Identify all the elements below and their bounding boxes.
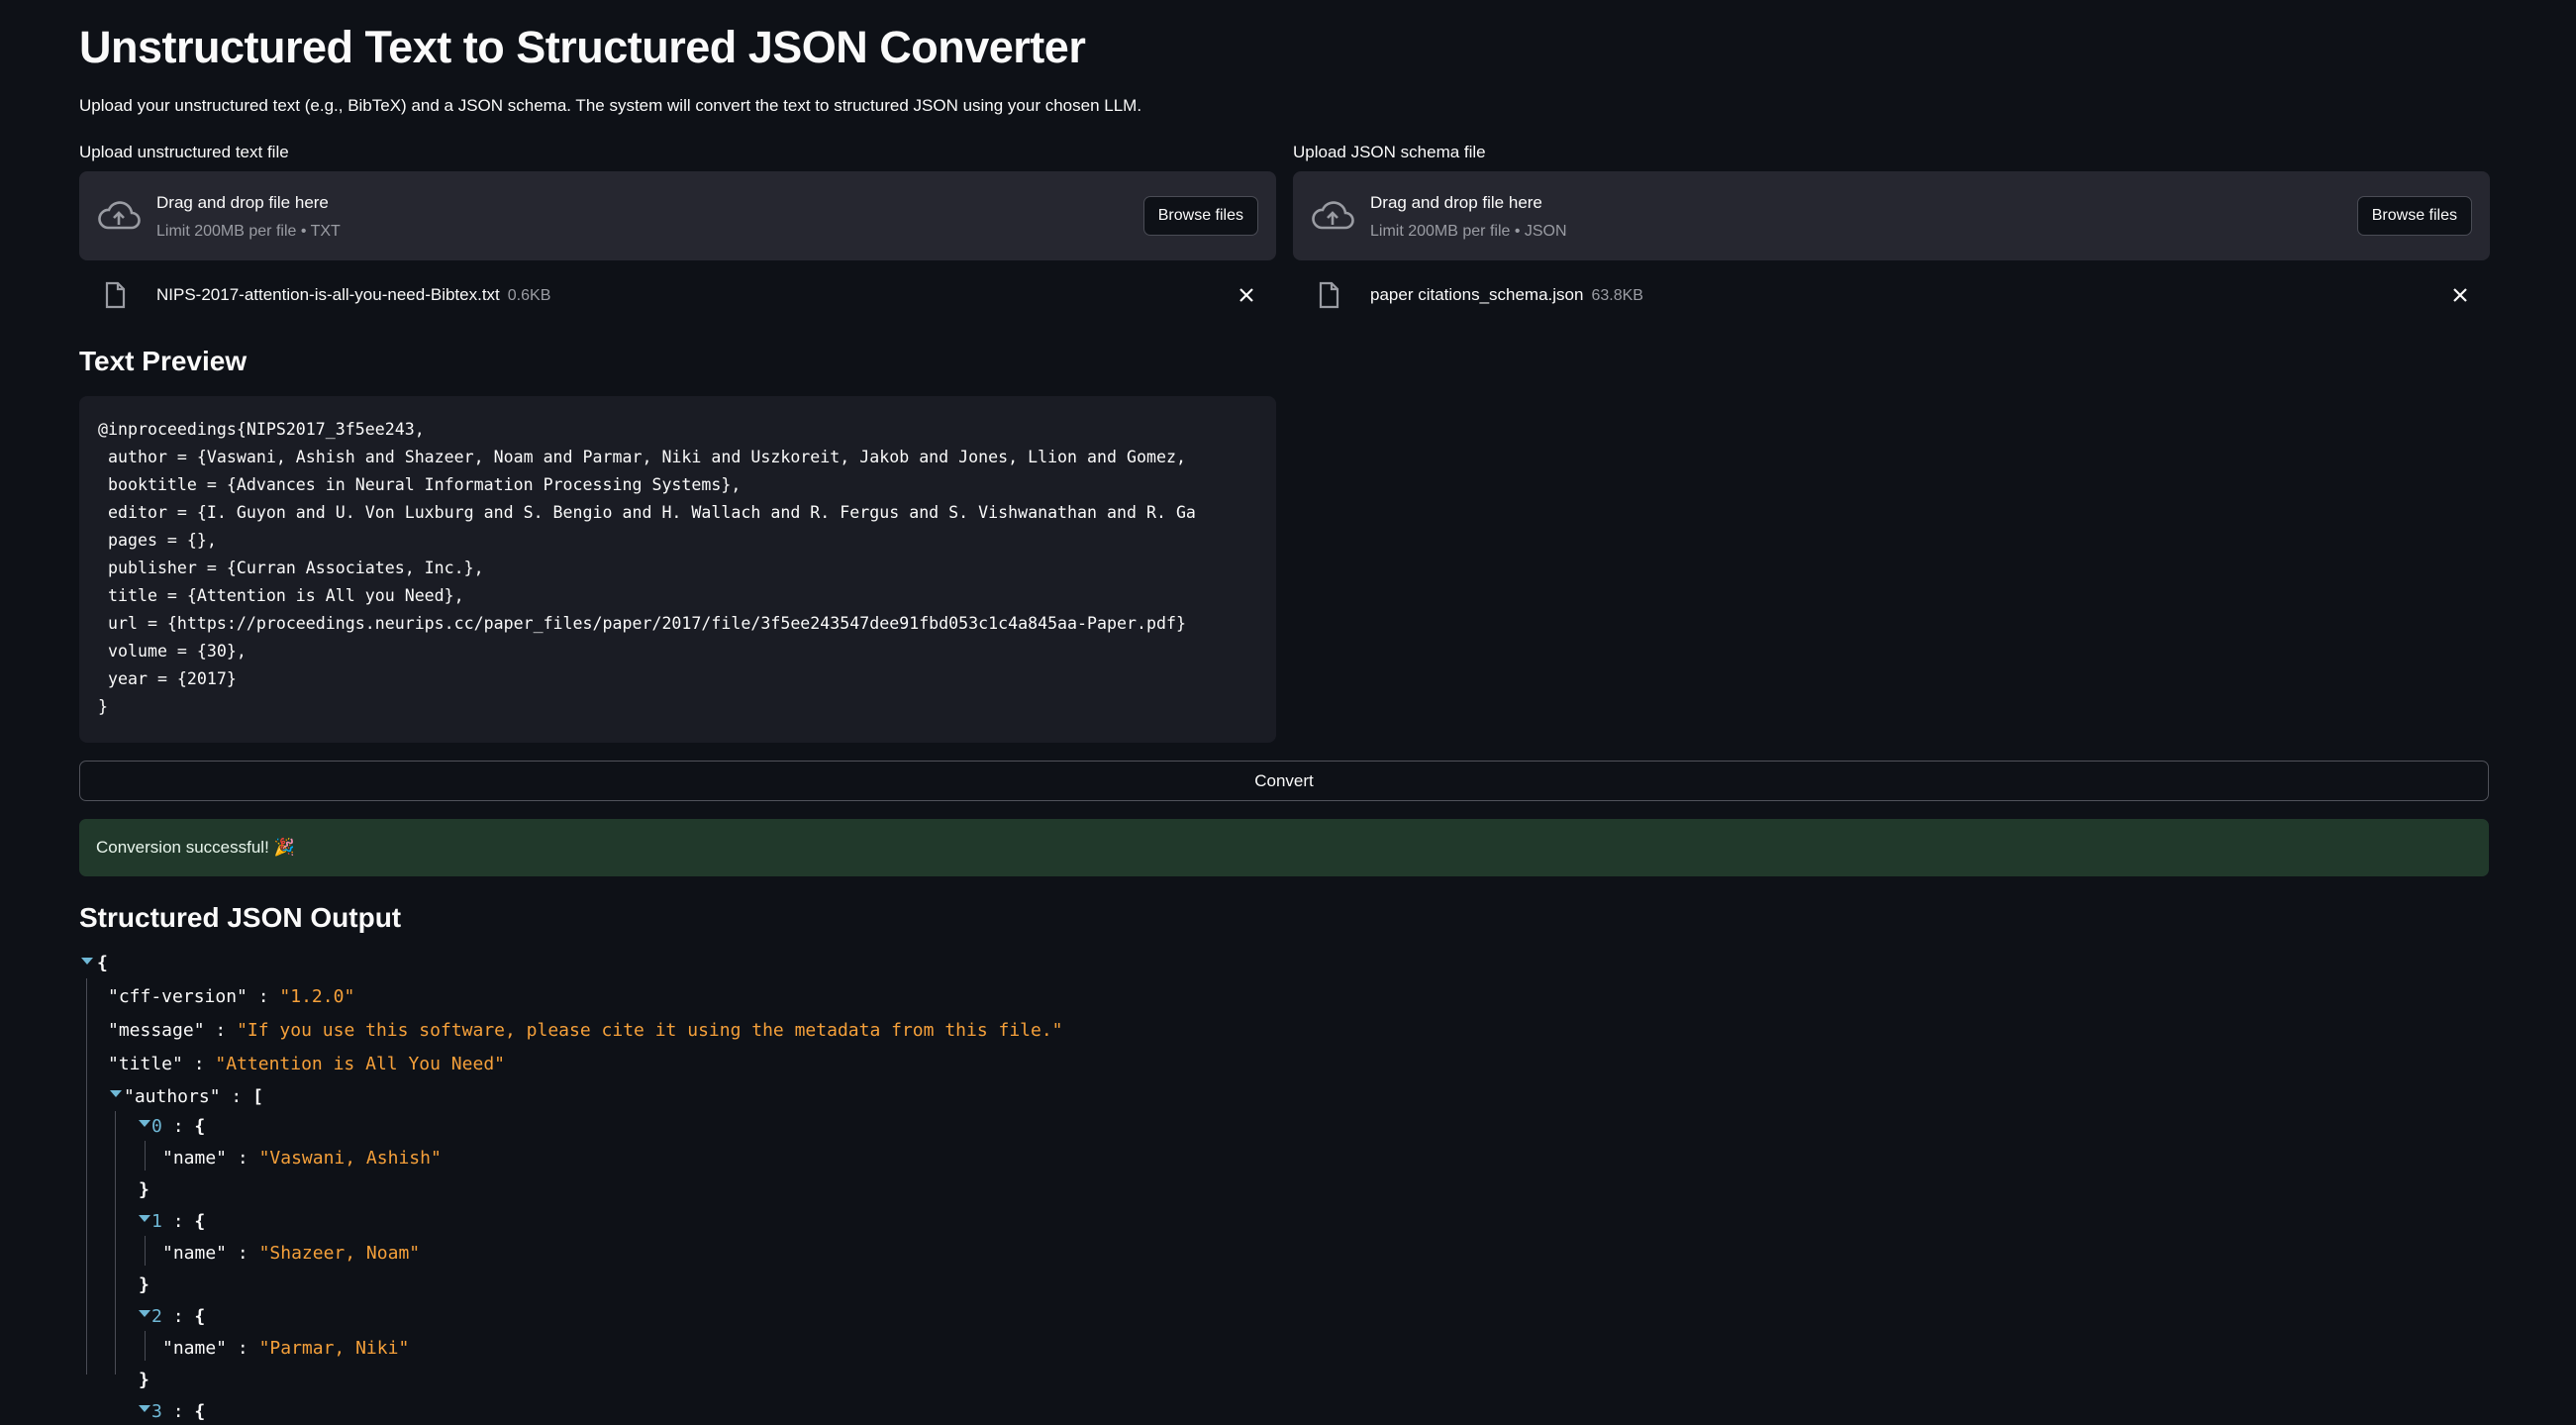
schema-uploader-label: Upload JSON schema file: [1293, 143, 1486, 161]
schema-file-dropzone[interactable]: Drag and drop file here Limit 200MB per …: [1293, 171, 2490, 260]
json-field-row: "title" : "Attention is All You Need": [108, 1054, 505, 1074]
json-array-item: 1 : {: [151, 1211, 206, 1232]
file-name: paper citations_schema.json: [1370, 285, 1584, 304]
json-indent-guide: [145, 1236, 146, 1266]
json-array-item: 0 : {: [151, 1116, 206, 1137]
expand-caret-icon[interactable]: [110, 1090, 122, 1097]
json-close-brace: }: [139, 1370, 149, 1390]
file-size: 0.6KB: [507, 287, 551, 304]
json-indent-guide: [86, 978, 87, 1374]
expand-caret-icon[interactable]: [139, 1405, 150, 1412]
json-field-row: "name" : "Parmar, Niki": [162, 1338, 410, 1359]
dropzone-limit: Limit 200MB per file • TXT: [156, 223, 341, 240]
text-uploader-label: Upload unstructured text file: [79, 143, 289, 161]
close-icon[interactable]: [1237, 285, 1256, 305]
browse-files-button[interactable]: Browse files: [1142, 196, 1258, 236]
cloud-upload-icon: [98, 201, 141, 230]
expand-caret-icon[interactable]: [139, 1120, 150, 1127]
json-array-item: 2 : {: [151, 1306, 206, 1327]
json-close-brace: }: [139, 1179, 149, 1200]
expand-caret-icon[interactable]: [81, 958, 93, 965]
close-icon[interactable]: [2450, 285, 2470, 305]
json-close-brace: }: [139, 1274, 149, 1295]
convert-button[interactable]: Convert: [79, 761, 2489, 801]
page-title: Unstructured Text to Structured JSON Con…: [79, 22, 1086, 72]
dropzone-title: Drag and drop file here: [1370, 193, 1542, 212]
json-field-row: "cff-version" : "1.2.0": [108, 986, 355, 1007]
json-indent-guide: [145, 1331, 146, 1361]
expand-caret-icon[interactable]: [139, 1310, 150, 1317]
text-preview-heading: Text Preview: [79, 346, 248, 376]
dropzone-limit: Limit 200MB per file • JSON: [1370, 223, 1567, 240]
page-subtitle: Upload your unstructured text (e.g., Bib…: [79, 96, 1142, 115]
cloud-upload-icon: [1312, 201, 1354, 230]
json-authors-row: "authors" : [: [124, 1086, 263, 1107]
uploaded-schema-file: paper citations_schema.json 63.8KB: [1293, 279, 2490, 311]
file-icon: [105, 281, 126, 309]
text-preview-content: @inproceedings{NIPS2017_3f5ee243, author…: [98, 420, 1196, 716]
browse-files-button[interactable]: Browse files: [2356, 196, 2472, 236]
file-icon: [1319, 281, 1339, 309]
text-preview-box[interactable]: @inproceedings{NIPS2017_3f5ee243, author…: [79, 396, 1276, 743]
text-file-dropzone[interactable]: Drag and drop file here Limit 200MB per …: [79, 171, 1276, 260]
uploaded-text-file: NIPS-2017-attention-is-all-you-need-Bibt…: [79, 279, 1276, 311]
json-field-row: "name" : "Shazeer, Noam": [162, 1243, 421, 1264]
json-indent-guide: [145, 1141, 146, 1171]
json-field-row: "message" : "If you use this software, p…: [108, 1020, 1063, 1041]
file-name: NIPS-2017-attention-is-all-you-need-Bibt…: [156, 285, 500, 304]
file-size: 63.8KB: [1591, 287, 1643, 304]
json-open-brace: {: [97, 953, 108, 973]
json-output-heading: Structured JSON Output: [79, 902, 402, 933]
dropzone-title: Drag and drop file here: [156, 193, 329, 212]
success-alert: Conversion successful! 🎉: [79, 819, 2489, 876]
expand-caret-icon[interactable]: [139, 1215, 150, 1222]
json-field-row: "name" : "Vaswani, Ashish": [162, 1148, 442, 1169]
json-array-item: 3 : {: [151, 1401, 206, 1422]
json-indent-guide: [115, 1111, 116, 1374]
